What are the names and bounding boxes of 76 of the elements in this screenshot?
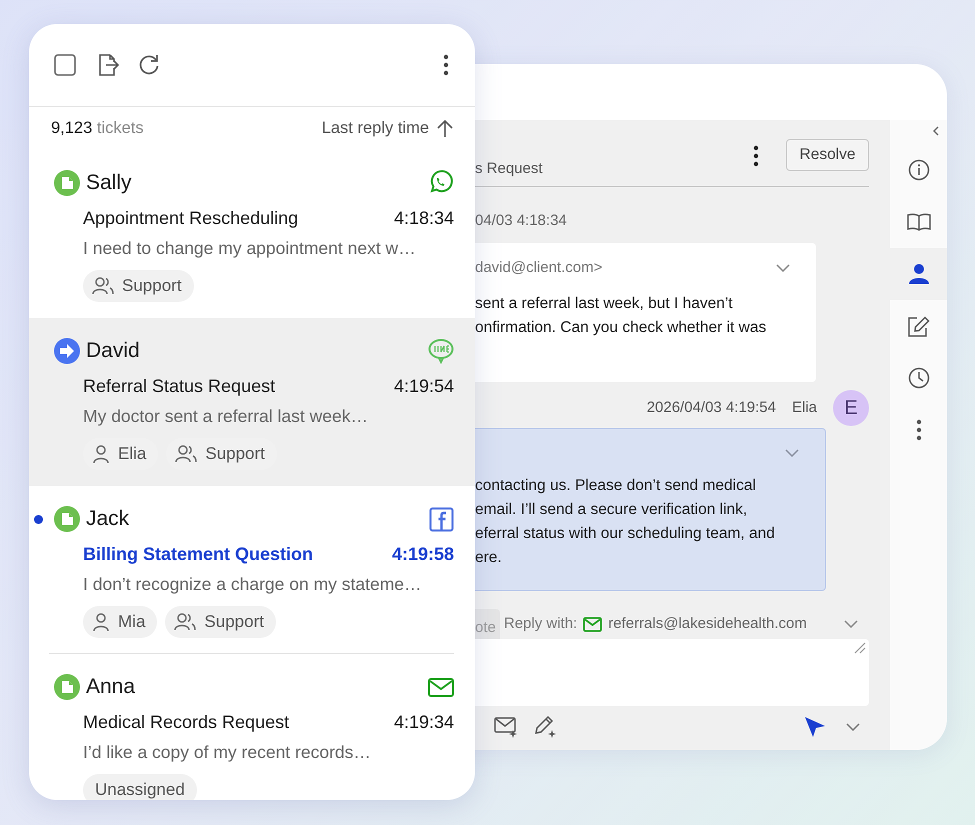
ticket-item[interactable]: Jack Billing Statement Question 4:19:58 I don’t recognize a charge on my stateme… Mia Support (29, 486, 475, 654)
resize-handle-icon[interactable] (854, 642, 866, 654)
agent-avatar: E (833, 390, 869, 426)
book-icon[interactable] (906, 211, 930, 233)
arrow-status-icon (54, 338, 80, 364)
reply-address[interactable]: referrals@lakesidehealth.com (608, 612, 807, 636)
refresh-icon[interactable] (138, 54, 160, 76)
chevron-down-icon[interactable] (846, 723, 860, 731)
tag-chip: Unassigned (83, 774, 197, 800)
collapse-icon[interactable] (932, 126, 940, 136)
send-icon[interactable] (804, 716, 826, 738)
pen-sparkle-icon[interactable] (533, 715, 557, 739)
message-text-line: eferral status with our scheduling team, and (475, 524, 776, 544)
ticket-time: 4:18:34 (394, 207, 454, 230)
sort-ascending-icon[interactable] (437, 119, 453, 138)
edit-icon[interactable] (907, 314, 930, 338)
customer-name: David (86, 338, 140, 364)
document-status-icon (54, 170, 80, 196)
tag-chip: Support (83, 270, 194, 302)
ticket-preview: I’d like a copy of my recent records… (82, 741, 372, 764)
chevron-down-icon[interactable] (776, 264, 790, 272)
ticket-count: 9,123 tickets (51, 118, 144, 140)
info-icon[interactable] (908, 159, 930, 181)
people-icon (175, 444, 198, 464)
ticket-subject: Medical Records Request (83, 711, 290, 734)
ticket-item[interactable]: David Referral Status Request 4:19:54 My doctor sent a referral last week… Elia Support (29, 318, 475, 486)
person-icon (92, 444, 110, 464)
person-icon[interactable] (908, 263, 930, 285)
more-options-icon[interactable] (916, 419, 922, 441)
envelope-icon (583, 616, 602, 632)
message-text-line: onfirmation. Can you check whether it was (475, 318, 768, 338)
agent-name: Elia (792, 398, 817, 418)
ticket-time: 4:19:58 (392, 543, 454, 566)
sender-address: david@client.com> (475, 258, 602, 278)
customer-name: Anna (86, 674, 136, 700)
speech-bubble-icon (428, 338, 454, 364)
customer-name: Jack (86, 506, 130, 532)
export-icon[interactable] (97, 54, 119, 76)
message-text-line: contacting us. Please don’t send medical (475, 476, 757, 496)
unread-dot (34, 515, 43, 524)
customer-name: Sally (86, 170, 132, 196)
message-timestamp: 2026/04/03 4:19:54 (646, 398, 776, 418)
more-options-icon[interactable] (443, 54, 449, 76)
chevron-down-icon[interactable] (844, 620, 858, 628)
envelope-icon (428, 678, 454, 696)
ticket-time: 4:19:34 (394, 711, 454, 734)
message-text-line: sent a referral last week, but I haven’t (475, 294, 734, 314)
document-status-icon (54, 506, 80, 532)
reply-with-label: Reply with: (504, 614, 578, 634)
people-icon (174, 612, 196, 632)
people-icon (92, 276, 114, 296)
resolve-button[interactable]: Resolve (786, 139, 869, 171)
ticket-preview: I need to change my appointment next w… (82, 237, 417, 260)
message-text-line: email. I’ll send a secure verification link, (475, 500, 748, 520)
person-icon (92, 612, 110, 632)
ticket-item[interactable]: Anna Medical Records Request 4:19:34 I’d like a copy of my recent records… Unassigned (29, 654, 475, 800)
tag-chip: Support (165, 606, 276, 638)
clock-icon[interactable] (908, 367, 930, 389)
more-options-icon[interactable] (753, 145, 759, 167)
ticket-preview: My doctor sent a referral last week… (82, 405, 369, 428)
reply-input-field[interactable] (475, 639, 869, 706)
select-all-checkbox[interactable] (54, 54, 76, 76)
ticket-subject: Referral Status Request (83, 375, 276, 398)
ticket-preview: I don’t recognize a charge on my stateme… (82, 573, 423, 596)
ticket-item[interactable]: Sally Appointment Rescheduling 4:18:34 I need to change my appointment next w… Support (29, 150, 475, 318)
sort-label[interactable]: Last reply time (322, 116, 429, 141)
square-f-icon (429, 506, 454, 532)
conversation-subject: s Request (475, 159, 543, 179)
message-timestamp: 04/03 4:18:34 (475, 211, 568, 231)
ticket-subject: Billing Statement Question (83, 543, 314, 566)
mail-sparkle-icon[interactable] (494, 715, 518, 739)
ticket-subject: Appointment Rescheduling (83, 207, 298, 230)
message-text-line: ere. (475, 548, 503, 568)
document-status-icon (54, 674, 80, 700)
tag-chip: Mia (83, 606, 158, 638)
ticket-time: 4:19:54 (394, 375, 454, 398)
